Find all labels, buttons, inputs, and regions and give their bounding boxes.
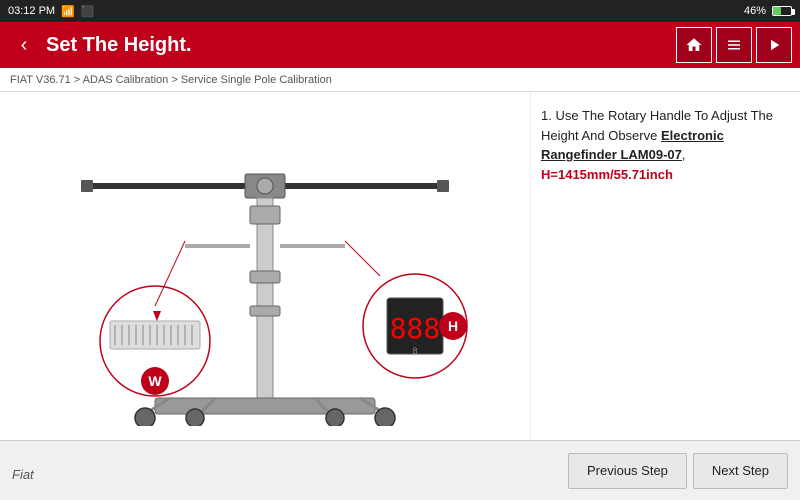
back-button[interactable]: ‹ xyxy=(8,29,40,61)
svg-text:8: 8 xyxy=(412,346,417,356)
page-title: Set The Height. xyxy=(46,34,676,57)
instruction-text: 1. Use The Rotary Handle To Adjust The H… xyxy=(541,106,786,184)
next-step-button[interactable]: Next Step xyxy=(693,453,788,489)
svg-text:H: H xyxy=(448,318,458,334)
red-text: H=1415mm/55.71inch xyxy=(541,167,673,182)
status-left: 03:12 PM 📶 ⬛ xyxy=(8,5,95,18)
status-right: 46% xyxy=(744,5,792,17)
header-icons xyxy=(676,27,792,63)
notes-button[interactable] xyxy=(716,27,752,63)
previous-step-button[interactable]: Previous Step xyxy=(568,453,687,489)
status-bar: 03:12 PM 📶 ⬛ 46% xyxy=(0,0,800,22)
calibration-diagram: W 888 8 H xyxy=(35,106,495,426)
instructions-area: 1. Use The Rotary Handle To Adjust The H… xyxy=(530,92,800,440)
battery-icon xyxy=(772,6,792,16)
wifi-icon: 📶 xyxy=(61,5,75,18)
breadcrumb-text: FIAT V36.71 > ADAS Calibration > Service… xyxy=(10,74,332,86)
main-content: W 888 8 H 1. Use The Rotary Handle To Ad… xyxy=(0,92,800,440)
breadcrumb: FIAT V36.71 > ADAS Calibration > Service… xyxy=(0,68,800,92)
home-button[interactable] xyxy=(676,27,712,63)
header: ‹ Set The Height. xyxy=(0,22,800,68)
time-display: 03:12 PM xyxy=(8,5,55,17)
brand-label: Fiat xyxy=(12,467,34,482)
diagram-area: W 888 8 H xyxy=(0,92,530,440)
svg-text:888: 888 xyxy=(390,312,441,345)
comma: , xyxy=(682,147,686,162)
footer: Fiat Previous Step Next Step xyxy=(0,440,800,500)
signal-icon: ⬛ xyxy=(81,5,95,18)
battery-percentage: 46% xyxy=(744,5,766,17)
instruction-text-1: Use The Rotary Handle To Adjust The Heig… xyxy=(541,108,773,143)
forward-button[interactable] xyxy=(756,27,792,63)
step-number: 1. xyxy=(541,108,552,123)
svg-text:W: W xyxy=(148,373,162,389)
